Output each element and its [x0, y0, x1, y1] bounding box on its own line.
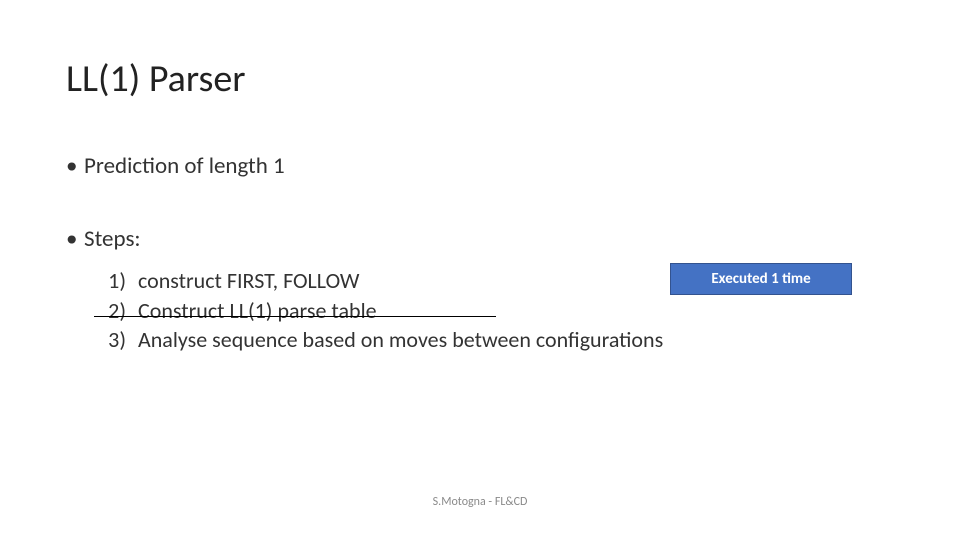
executed-badge: Executed 1 time — [670, 263, 852, 295]
slide: LL(1) Parser • Prediction of length 1 • … — [0, 0, 960, 540]
bullet-prediction: • Prediction of length 1 — [66, 152, 285, 180]
bullet-steps: • Steps: — [66, 225, 141, 253]
step-text: construct FIRST, FOLLOW — [132, 266, 359, 296]
step-item: 1) construct FIRST, FOLLOW — [104, 266, 663, 296]
step-number: 1) — [104, 266, 132, 296]
slide-title: LL(1) Parser — [66, 56, 245, 102]
bullet-dot-icon: • — [66, 225, 84, 253]
bullet-text: Steps: — [84, 225, 141, 253]
bullet-dot-icon: • — [66, 152, 84, 180]
step-item: 3) Analyse sequence based on moves betwe… — [104, 325, 663, 355]
step-text: Analyse sequence based on moves between … — [132, 325, 663, 355]
step-text: Construct LL(1) parse table — [132, 296, 377, 326]
bullet-text: Prediction of length 1 — [84, 152, 285, 180]
badge-label: Executed 1 time — [711, 270, 810, 288]
separator-line — [94, 316, 496, 317]
slide-footer: S.Motogna - FL&CD — [0, 495, 960, 509]
step-number: 3) — [104, 325, 132, 355]
step-number: 2) — [104, 296, 132, 326]
step-item: 2) Construct LL(1) parse table — [104, 296, 663, 326]
steps-list: 1) construct FIRST, FOLLOW 2) Construct … — [104, 266, 663, 355]
